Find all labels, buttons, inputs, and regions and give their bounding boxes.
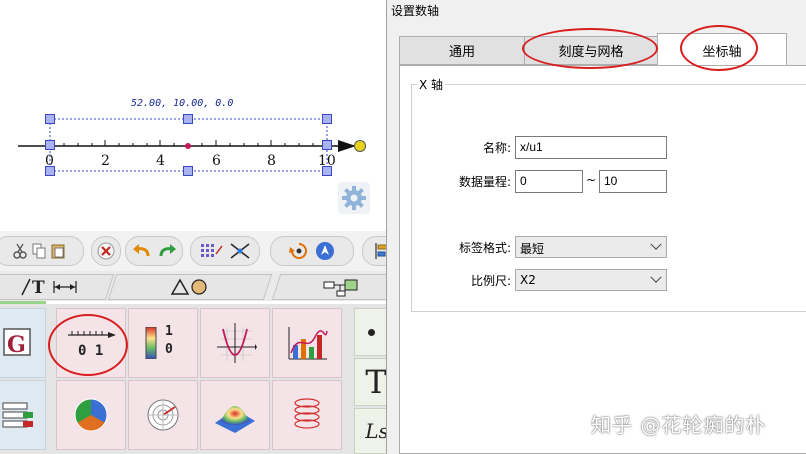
delete-button[interactable]: [91, 236, 121, 266]
rotate-icon[interactable]: [288, 241, 309, 261]
data-plot-tool[interactable]: [272, 308, 342, 378]
svg-text:T: T: [32, 278, 45, 297]
tick-label: 10: [318, 153, 336, 169]
resize-handle-ml[interactable]: [45, 140, 55, 150]
chevron-down-icon: [650, 271, 662, 283]
watermark-text: 知乎 @花轮痴的朴: [591, 413, 767, 437]
tab-line-text-tools[interactable]: T: [0, 274, 115, 300]
label-format-value: 最短: [520, 242, 545, 256]
chevron-down-icon: [650, 238, 662, 250]
annotation-ellipse-ticks-tab: [522, 28, 658, 69]
paste-icon[interactable]: [51, 243, 65, 259]
copy-icon[interactable]: [32, 243, 46, 259]
clipboard-group: [0, 236, 84, 266]
graph-object-tool[interactable]: G: [0, 308, 46, 378]
center-point: [185, 143, 191, 149]
gear-icon: [342, 186, 366, 210]
shape-icon: [170, 278, 207, 295]
list-object-tool[interactable]: [0, 380, 46, 450]
scale-select[interactable]: X2: [515, 269, 667, 291]
text-tool-icon: T: [365, 363, 387, 401]
polar-plot-tool[interactable]: [128, 380, 198, 450]
edit-toolbar: [0, 231, 402, 271]
color-bar-min-label: 0: [165, 342, 173, 357]
snap-icon[interactable]: [229, 242, 251, 260]
polar-plot-icon: [147, 399, 179, 431]
resize-handle-bm[interactable]: [183, 166, 193, 176]
redo-icon[interactable]: [157, 242, 177, 260]
scale-label: 比例尺:: [470, 274, 511, 288]
graph-object-icon: G: [3, 328, 31, 358]
range-min-field[interactable]: 0: [515, 170, 583, 193]
drawing-canvas[interactable]: 52.00, 10.00, 0.0 0 2 4 6 8 10: [0, 0, 388, 225]
settings-button[interactable]: [338, 182, 370, 214]
label-format-label: 标签格式:: [458, 241, 511, 255]
pie-chart-icon: [74, 398, 108, 432]
resize-handle-tm[interactable]: [183, 114, 193, 124]
cut-icon[interactable]: [13, 243, 27, 259]
function-plot-tool[interactable]: [200, 308, 270, 378]
connector-icon: [323, 279, 358, 297]
resize-handle-tr[interactable]: [322, 114, 332, 124]
resize-handle-mr[interactable]: [322, 140, 332, 150]
tab-general[interactable]: 通用: [399, 36, 525, 65]
undo-icon[interactable]: [132, 242, 152, 260]
axis-settings-dialog: 设置数轴 通用 刻度与网格 坐标轴 X 轴 名称: x/u1 数据量程: 0 ~…: [386, 0, 806, 454]
color-bar-tool[interactable]: 1 0: [128, 308, 198, 378]
color-bar-icon: 1 0: [145, 324, 181, 360]
data-range-label: 数据量程:: [458, 175, 511, 189]
rotate-pointer-group: [270, 236, 354, 266]
tick-label: 0: [45, 153, 54, 169]
svg-text:G: G: [7, 332, 26, 358]
tick-label: 6: [212, 153, 221, 169]
pie-chart-tool[interactable]: [56, 380, 126, 450]
surface-plot-icon: [215, 406, 255, 433]
tick-label: 2: [101, 153, 110, 169]
name-label: 名称:: [482, 141, 511, 155]
grid-snap-group: [190, 236, 260, 266]
axis-endpoint: [354, 140, 366, 152]
dialog-title: 设置数轴: [391, 4, 440, 18]
pointer-icon[interactable]: [314, 240, 336, 262]
category-tabs: T: [0, 271, 411, 301]
x-axis-group-title: X 轴: [417, 76, 446, 93]
tick-label: 8: [267, 153, 276, 169]
label-format-select[interactable]: 最短: [515, 236, 667, 258]
name-field[interactable]: x/u1: [515, 136, 667, 159]
scale-value: X2: [520, 273, 536, 287]
range-max-field[interactable]: 10: [599, 170, 667, 193]
surface-plot-tool[interactable]: [200, 380, 270, 450]
curve-3d-tool[interactable]: [272, 380, 342, 450]
axis-arrowhead: [338, 140, 356, 152]
point-icon: [367, 328, 375, 336]
function-plot-icon: [217, 323, 257, 363]
annotation-circle-number-line: [48, 314, 128, 376]
tool-palette: G 0 1 1 0 T Ls: [0, 304, 394, 454]
line-text-icon: T: [21, 278, 77, 297]
undo-redo-group: [125, 236, 183, 266]
color-bar-max-label: 1: [165, 324, 173, 339]
range-separator: ~: [586, 173, 597, 187]
resize-handle-tl[interactable]: [45, 114, 55, 124]
number-line-graphic[interactable]: [0, 0, 388, 225]
data-plot-icon: [288, 327, 328, 360]
spiral-curve-icon: [294, 398, 320, 429]
delete-icon: [97, 242, 115, 260]
tick-label: 4: [156, 153, 165, 169]
tab-shape-tools[interactable]: [107, 274, 273, 300]
grid-icon[interactable]: [200, 242, 224, 260]
list-object-icon: [2, 402, 33, 428]
annotation-ellipse-axis-tab: [680, 25, 758, 71]
